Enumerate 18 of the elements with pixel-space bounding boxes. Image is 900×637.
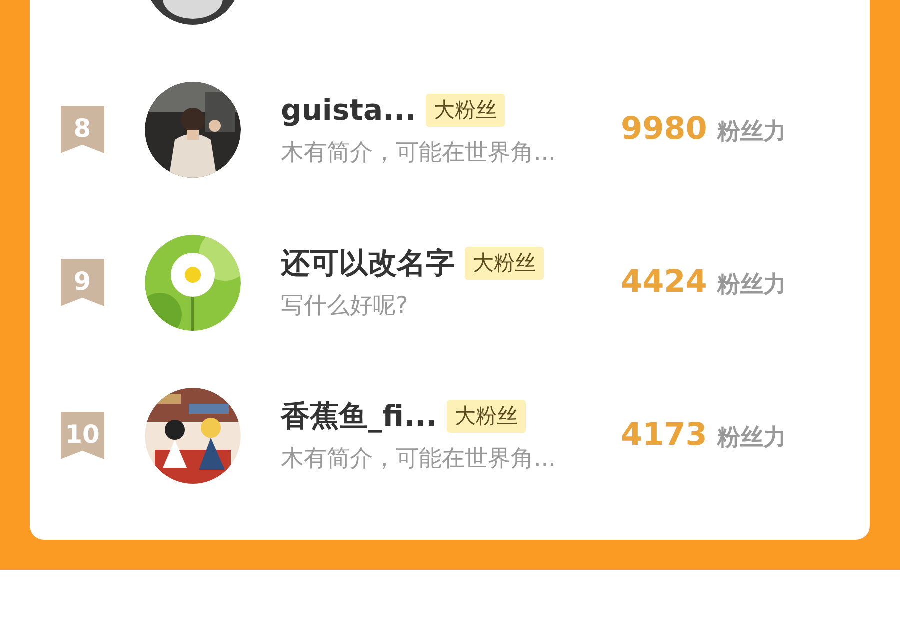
score-unit: 粉丝力 [717, 118, 786, 148]
score-unit: 粉丝力 [717, 271, 786, 300]
score-unit: 粉丝力 [717, 424, 786, 454]
user-name: 还可以改名字 [281, 244, 455, 282]
fan-score: 4173 [621, 416, 708, 456]
fan-score: 9980 [621, 110, 708, 150]
user-name: guista... [281, 92, 416, 128]
rank-badge: 10 [60, 412, 104, 460]
fan-score: 4424 [621, 263, 708, 302]
user-bio: 木有简介，可能在世界角... [281, 445, 557, 474]
rank-badge: 8 [60, 106, 104, 154]
fan-tag: 大粉丝 [426, 94, 506, 127]
user-bio: 写什么好呢? [281, 292, 410, 321]
fan-tag: 大粉丝 [465, 246, 544, 280]
user-bio: 木有简介，可能在世界角... [281, 139, 557, 168]
rank-badge: 9 [60, 258, 104, 306]
user-name: 香蕉鱼_fi... [281, 398, 438, 435]
fan-tag: 大粉丝 [447, 400, 526, 433]
